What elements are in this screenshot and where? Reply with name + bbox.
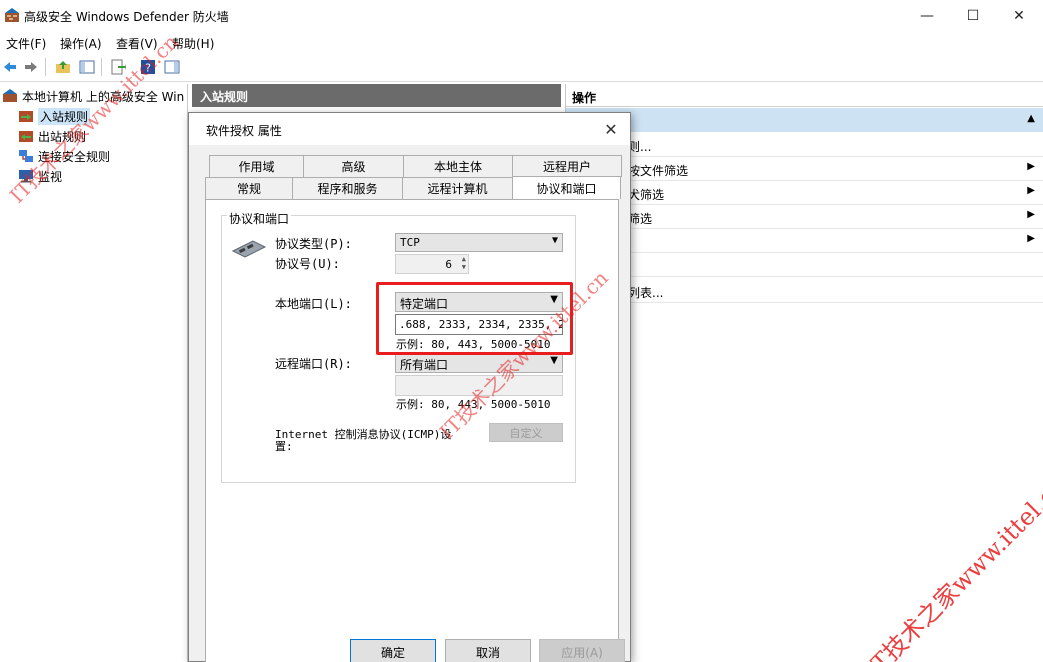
menu-file[interactable]: 文件(F)	[6, 35, 46, 52]
apply-button[interactable]: 应用(A)	[539, 639, 625, 662]
ok-button[interactable]: 确定	[350, 639, 436, 662]
action-label: 筛选	[628, 212, 653, 226]
properties-dialog: 软件授权 属性 ✕ 作用域 高级 本地主体 远程用户 常规 程序和服务 远程计算…	[188, 112, 631, 662]
submenu-arrow-icon: ▶	[1027, 161, 1035, 172]
icmp-label-continued: 置:	[275, 440, 293, 453]
actions-section-header[interactable]: ▲	[566, 108, 1043, 132]
customize-button[interactable]: 自定义	[489, 423, 563, 442]
action-label: 列表...	[628, 286, 664, 300]
dialog-close-button[interactable]: ✕	[598, 117, 624, 141]
protocol-type-value: TCP	[400, 236, 420, 249]
tab-programs-services[interactable]: 程序和服务	[292, 177, 403, 199]
chevron-down-icon: ▼	[550, 355, 558, 366]
spin-arrows-icon[interactable]: ▲ ▼	[462, 255, 466, 271]
remote-port-mode: 所有端口	[400, 358, 449, 372]
action-export-list[interactable]: 列表...	[566, 279, 1043, 303]
minimize-button[interactable]: —	[904, 0, 950, 32]
actions-header: 操作	[566, 85, 1043, 107]
protocol-number-stepper[interactable]: 6 ▲ ▼	[395, 254, 469, 274]
cancel-button[interactable]: 取消	[445, 639, 531, 662]
chevron-down-icon: ▼	[551, 235, 558, 246]
dialog-title-bar: 软件授权 属性 ✕	[189, 113, 630, 145]
submenu-arrow-icon: ▶	[1027, 209, 1035, 220]
action-label: 按文件筛选	[628, 164, 689, 178]
protocol-type-label: 协议类型(P):	[275, 237, 352, 251]
maximize-button[interactable]: ☐	[950, 0, 996, 32]
local-port-mode: 特定端口	[400, 297, 449, 311]
up-folder-icon[interactable]	[55, 59, 71, 75]
submenu-arrow-icon: ▶	[1027, 185, 1035, 196]
back-icon[interactable]	[2, 59, 18, 75]
menu-action[interactable]: 操作(A)	[60, 35, 102, 52]
local-port-dropdown[interactable]: 特定端口 ▼	[395, 292, 563, 312]
forward-icon[interactable]	[23, 59, 39, 75]
action-label: 则...	[628, 140, 652, 154]
inbound-rules-icon	[19, 111, 33, 122]
firewall-icon	[3, 89, 17, 102]
action-refresh[interactable]	[566, 253, 1043, 277]
title-bar: 高级安全 Windows Defender 防火墙 — ☐ ✕	[0, 0, 1043, 32]
tab-general[interactable]: 常规	[205, 177, 293, 199]
close-button[interactable]: ✕	[996, 0, 1042, 32]
protocol-type-dropdown[interactable]: TCP ▼	[395, 233, 563, 252]
action-filter-by-group[interactable]: 筛选 ▶	[566, 205, 1043, 229]
action-filter-by-profile[interactable]: 按文件筛选 ▶	[566, 157, 1043, 181]
submenu-arrow-icon: ▶	[1027, 233, 1035, 244]
dialog-title: 软件授权 属性	[206, 124, 282, 138]
tab-remote-computers[interactable]: 远程计算机	[402, 177, 513, 199]
show-tree-icon[interactable]	[79, 59, 95, 75]
action-label: 犬筛选	[628, 188, 665, 202]
tab-local-principals[interactable]: 本地主体	[403, 155, 513, 177]
network-connector-icon	[231, 240, 267, 258]
tab-advanced[interactable]: 高级	[303, 155, 404, 177]
firewall-icon	[5, 8, 19, 22]
tab-remote-users[interactable]: 远程用户	[512, 155, 622, 177]
collapse-icon[interactable]: ▲	[1027, 113, 1035, 124]
protocol-number-value: 6	[445, 258, 452, 271]
remote-port-label: 远程端口(R):	[275, 357, 352, 371]
action-view[interactable]: ▶	[566, 229, 1043, 253]
outbound-rules-icon	[19, 131, 33, 142]
local-port-label: 本地端口(L):	[275, 297, 352, 311]
window-title: 高级安全 Windows Defender 防火墙	[24, 10, 229, 24]
icmp-label: Internet 控制消息协议(ICMP)设	[275, 428, 452, 441]
tab-scope[interactable]: 作用域	[209, 155, 304, 177]
center-pane-header: 入站规则	[192, 84, 561, 107]
action-new-rule[interactable]: 则...	[566, 133, 1043, 157]
group-title: 协议和端口	[227, 210, 292, 227]
action-filter-by-state[interactable]: 犬筛选 ▶	[566, 181, 1043, 205]
tab-protocols-ports[interactable]: 协议和端口	[512, 176, 621, 199]
protocol-number-label: 协议号(U):	[275, 257, 340, 271]
